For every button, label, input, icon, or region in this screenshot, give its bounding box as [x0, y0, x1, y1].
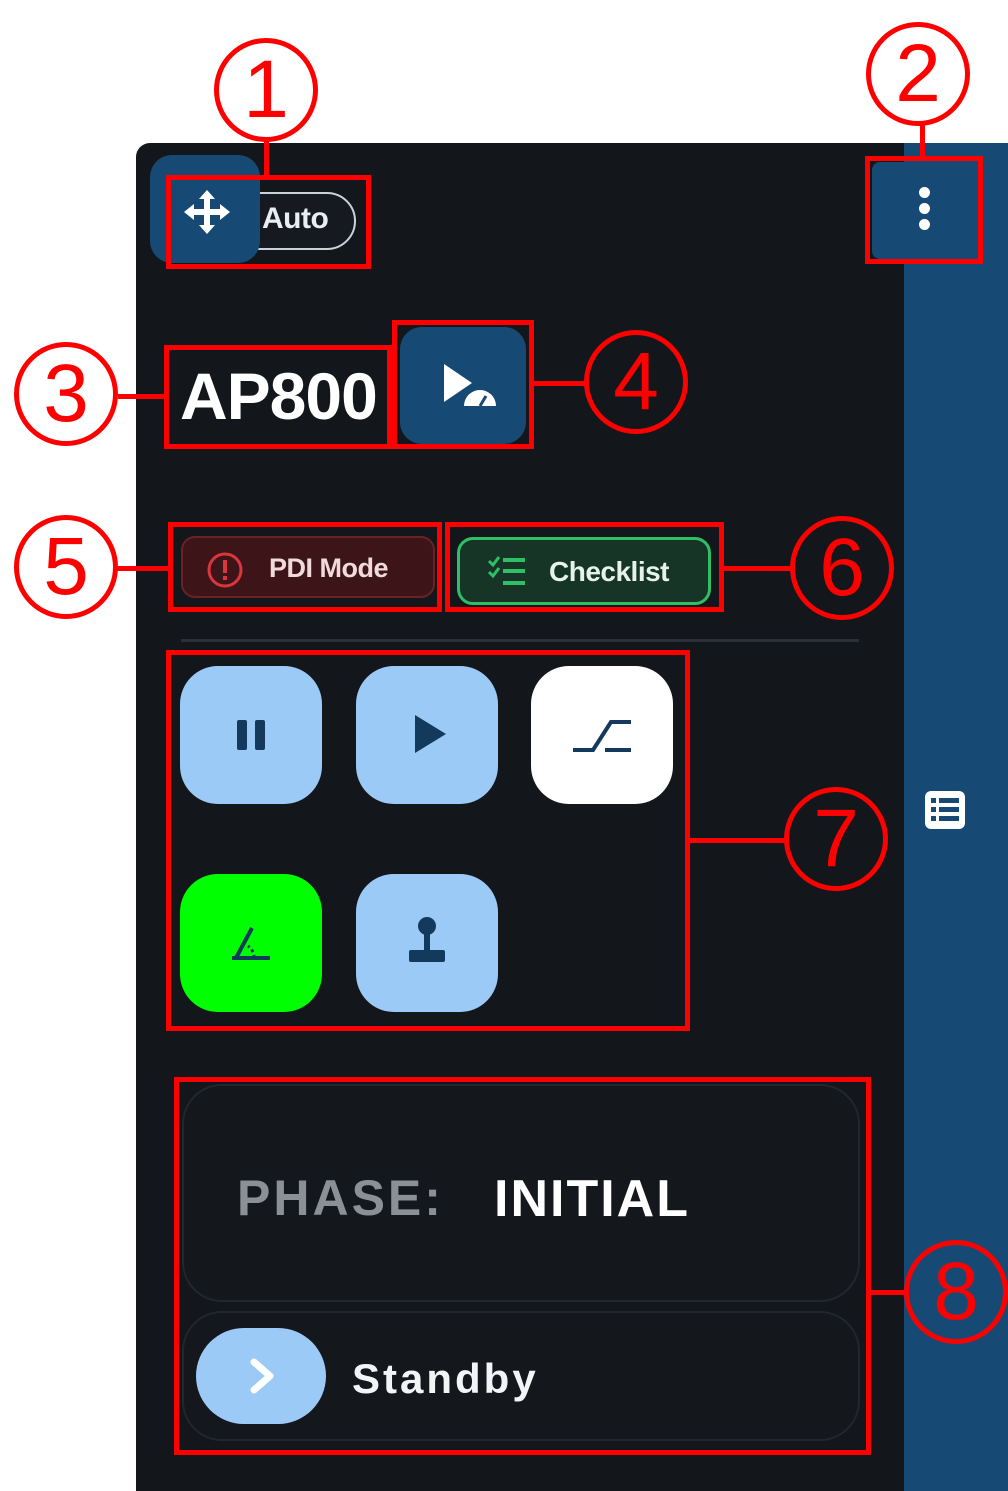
annotation-circle-1: 1: [214, 38, 318, 142]
annotation-circle-3: 3: [14, 342, 118, 446]
annotation-circle-7: 7: [784, 787, 888, 891]
annotation-line-2: [920, 124, 925, 159]
annotation-line-7: [688, 838, 786, 843]
annotation-box-2: [865, 156, 983, 264]
annotation-box-6: [445, 522, 724, 612]
annotation-line-4: [532, 381, 586, 386]
annotation-line-3: [118, 394, 166, 399]
annotation-circle-6: 6: [790, 516, 894, 620]
annotation-line-6: [722, 566, 792, 571]
annotation-circle-8: 8: [904, 1240, 1008, 1344]
annotation-box-1: [166, 175, 371, 269]
divider: [181, 639, 859, 642]
annotation-circle-2: 2: [866, 22, 970, 126]
annotation-circle-5: 5: [14, 515, 118, 619]
list-icon[interactable]: [921, 788, 969, 832]
annotation-box-8: [174, 1077, 871, 1455]
annotation-circle-4: 4: [584, 330, 688, 434]
annotation-box-4: [392, 320, 534, 449]
annotation-box-5: [168, 522, 442, 612]
annotation-line-1: [264, 140, 269, 178]
annotation-box-3: [164, 345, 392, 449]
annotation-box-7: [166, 650, 690, 1031]
annotation-line-8: [869, 1290, 909, 1295]
annotation-line-5: [116, 566, 170, 571]
